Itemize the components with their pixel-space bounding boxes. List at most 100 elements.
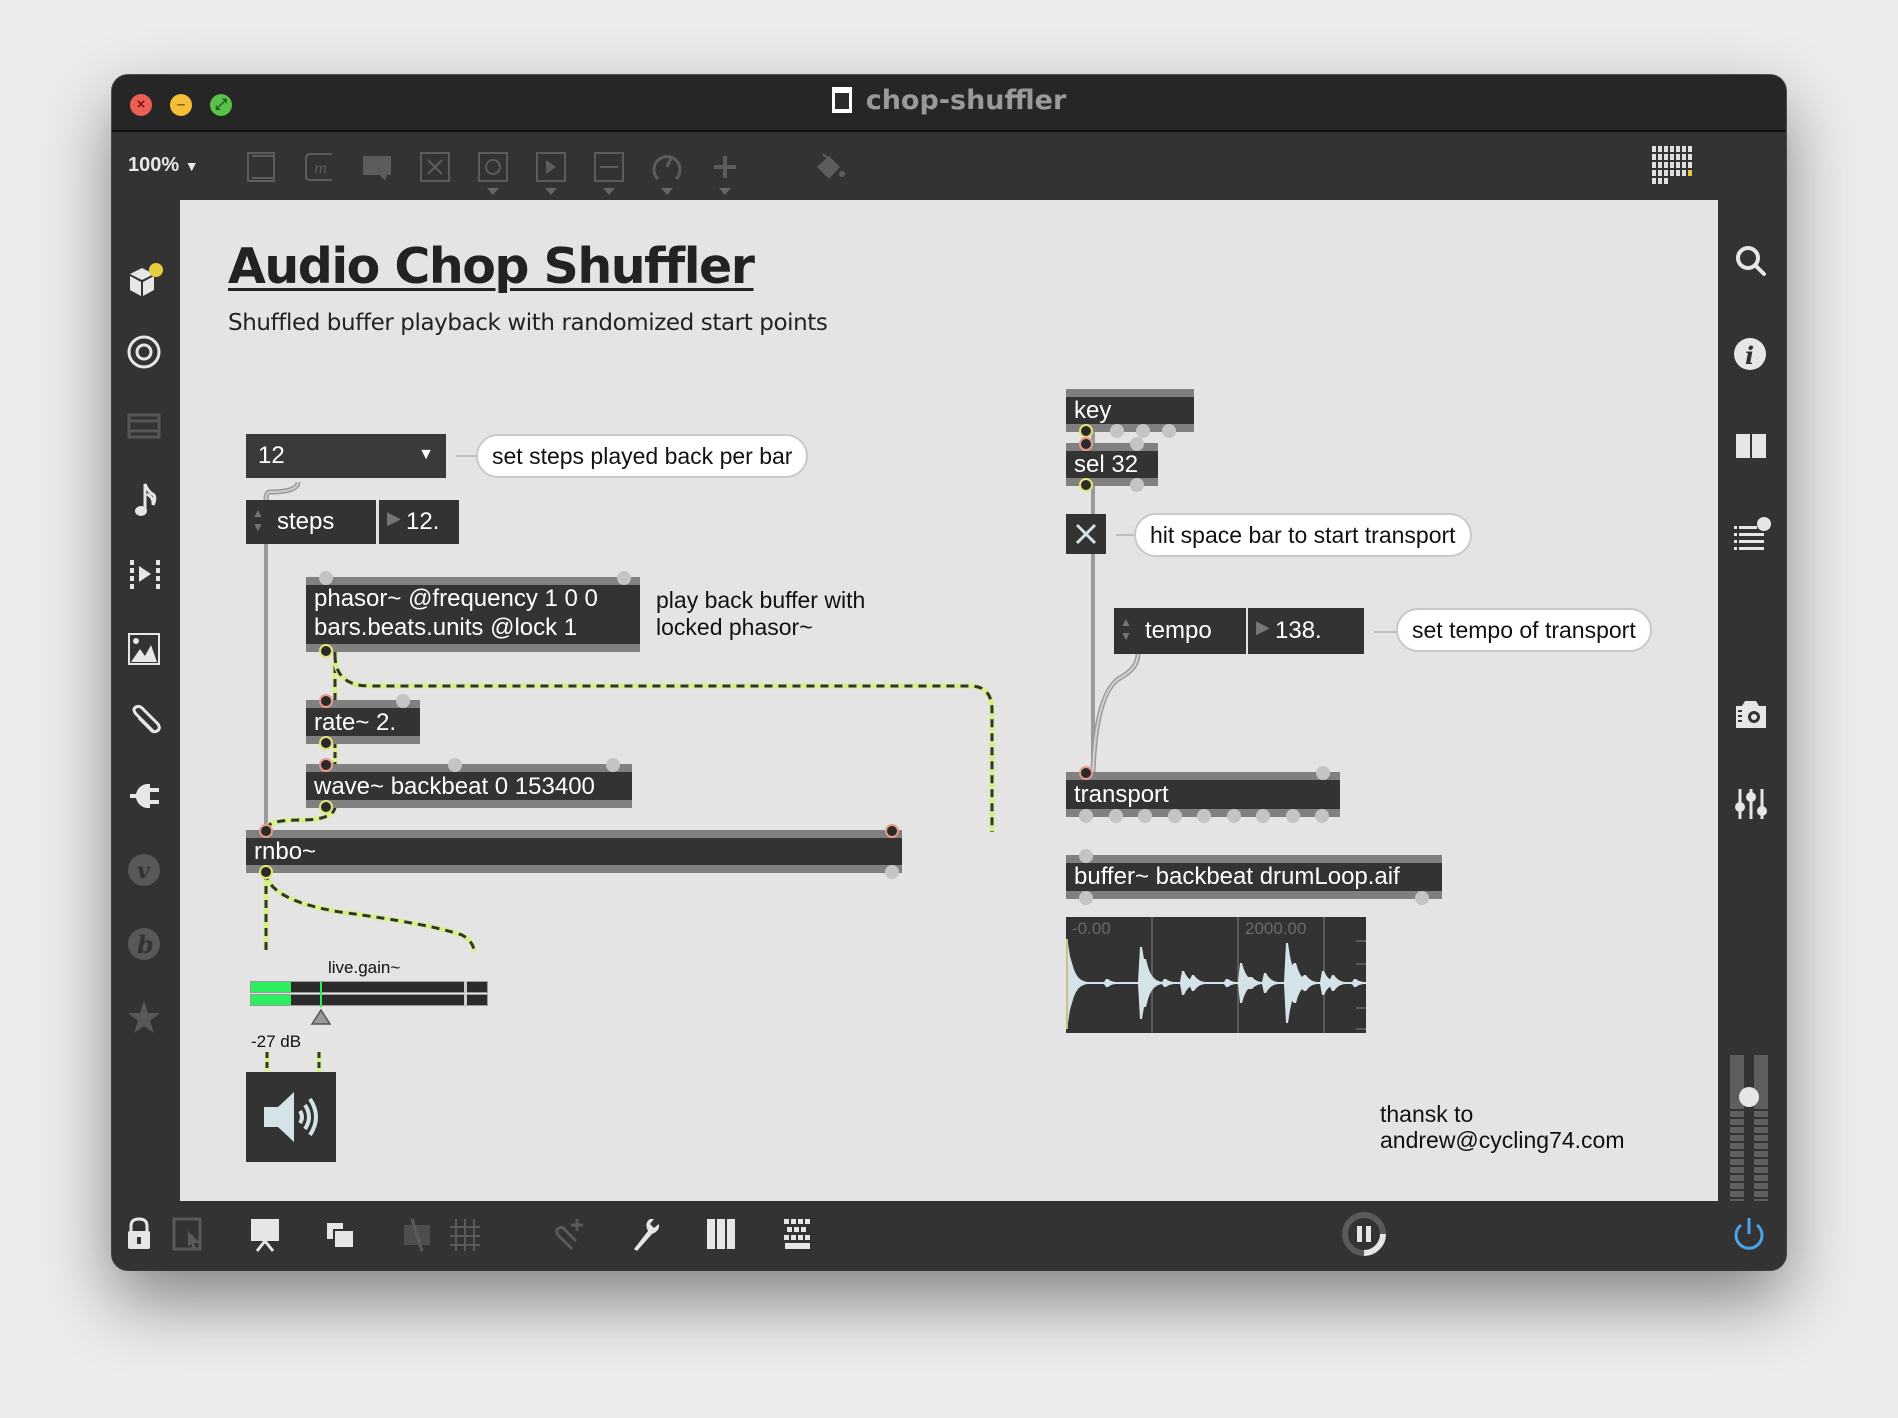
steps-number-box[interactable]: ▶ 12. (379, 500, 459, 544)
credit-line2[interactable]: andrew@cycling74.com (1380, 1126, 1625, 1154)
inlet[interactable] (1079, 766, 1093, 780)
outlet[interactable] (1162, 424, 1176, 438)
phasor-object[interactable]: phasor~ @frequency 1 0 0 bars.beats.unit… (306, 571, 640, 658)
presentation-icon[interactable] (246, 1215, 284, 1253)
grid-icon[interactable] (1652, 146, 1694, 188)
list-icon[interactable] (1732, 516, 1772, 556)
inlet[interactable] (319, 694, 333, 708)
keyboard-icon[interactable] (778, 1215, 816, 1253)
layers-icon[interactable] (322, 1215, 360, 1253)
outlet[interactable] (1138, 809, 1152, 823)
number-icon[interactable] (534, 150, 568, 184)
snapshot-icon[interactable] (1732, 694, 1772, 734)
rnbo-object[interactable]: rnbo~ (246, 824, 902, 879)
outlet[interactable] (1256, 809, 1270, 823)
inlet[interactable] (448, 758, 462, 772)
inlet[interactable] (396, 694, 410, 708)
outlet[interactable] (1415, 891, 1429, 905)
dsp-power-icon[interactable] (1730, 1215, 1768, 1253)
mixer-icon[interactable] (1732, 785, 1772, 825)
inlet[interactable] (1316, 766, 1330, 780)
plug-icon[interactable] (126, 776, 166, 816)
outlet[interactable] (319, 736, 333, 750)
outlet[interactable] (1130, 478, 1144, 492)
new-object-icon[interactable] (244, 150, 278, 184)
outlet[interactable] (1079, 424, 1093, 438)
gain-slider-thumb[interactable] (310, 1008, 332, 1026)
star-icon[interactable] (126, 998, 166, 1038)
paint-bucket-icon[interactable] (812, 150, 846, 184)
master-fader-knob[interactable] (1739, 1087, 1759, 1107)
add-icon[interactable] (708, 150, 742, 184)
lock-icon[interactable] (120, 1215, 158, 1253)
toggle-icon[interactable] (418, 150, 452, 184)
outlet[interactable] (1079, 809, 1093, 823)
vst-icon[interactable]: v (126, 850, 166, 890)
button-caret-icon[interactable] (487, 188, 499, 195)
presentation-select-icon[interactable] (170, 1215, 208, 1253)
comment-icon[interactable] (360, 150, 394, 184)
transport-toggle[interactable] (1066, 514, 1106, 554)
sel-object[interactable]: sel 32 (1066, 437, 1158, 492)
search-icon[interactable] (1732, 242, 1772, 282)
paperclip-icon[interactable] (126, 702, 166, 742)
waveform-display[interactable]: -0.00 2000.00 (1066, 917, 1366, 1033)
piano-icon[interactable] (702, 1215, 740, 1253)
outlet[interactable] (319, 800, 333, 814)
steps-umenu[interactable]: 12 ▼ (246, 434, 446, 478)
dial-icon[interactable] (650, 150, 684, 184)
outlet[interactable] (259, 865, 273, 879)
slider-caret-icon[interactable] (603, 188, 615, 195)
hide-icon[interactable] (398, 1215, 436, 1253)
outlet[interactable] (1079, 478, 1093, 492)
inlet[interactable] (885, 824, 899, 838)
outlet[interactable] (1167, 809, 1182, 823)
dial-caret-icon[interactable] (661, 188, 673, 195)
zoom-dropdown[interactable]: 100% ▼ (128, 154, 199, 177)
add-caret-icon[interactable] (719, 188, 731, 195)
inlet[interactable] (1130, 437, 1144, 451)
outlet[interactable] (1079, 891, 1093, 905)
attach-icon[interactable] (550, 1215, 588, 1253)
slider-icon[interactable] (592, 150, 626, 184)
image-icon[interactable] (126, 628, 166, 668)
outlet[interactable] (885, 865, 899, 879)
outlet[interactable] (1136, 424, 1150, 438)
key-object[interactable]: key (1066, 389, 1194, 438)
inlet[interactable] (617, 571, 631, 585)
patcher-canvas[interactable]: Audio Chop Shuffler Shuffled buffer play… (180, 200, 1718, 1201)
info-icon[interactable]: i (1732, 334, 1772, 374)
wave-object[interactable]: wave~ backbeat 0 153400 (306, 758, 632, 814)
live-gain-slider[interactable] (250, 981, 488, 1007)
outlet[interactable] (1197, 809, 1211, 823)
outlet[interactable] (1315, 809, 1329, 823)
grid-toggle-icon[interactable] (446, 1215, 484, 1253)
tempo-number-box[interactable]: ▶ 138. (1248, 608, 1364, 654)
outlet[interactable] (1110, 424, 1124, 438)
bpatcher-icon[interactable]: b (126, 924, 166, 964)
ezdac-button[interactable] (246, 1072, 336, 1162)
outlet[interactable] (319, 644, 333, 658)
rate-object[interactable]: rate~ 2. (306, 694, 420, 750)
outlet[interactable] (1226, 809, 1241, 823)
media-icon[interactable] (126, 554, 166, 594)
pause-icon[interactable] (1340, 1210, 1388, 1258)
number-caret-icon[interactable] (545, 188, 557, 195)
inlet[interactable] (319, 571, 333, 585)
wrench-icon[interactable] (626, 1215, 664, 1253)
inlet[interactable] (1079, 437, 1093, 451)
inlet[interactable] (259, 824, 273, 838)
packages-icon[interactable] (126, 260, 166, 300)
music-note-icon[interactable] (126, 480, 166, 520)
outlet[interactable] (1285, 809, 1300, 823)
target-icon[interactable] (126, 332, 166, 372)
message-icon[interactable]: m (302, 150, 336, 184)
tv-icon[interactable] (126, 406, 166, 446)
transport-object[interactable]: transport (1066, 766, 1340, 823)
button-icon[interactable] (476, 150, 510, 184)
inlet[interactable] (606, 758, 620, 772)
inlet[interactable] (319, 758, 333, 772)
buffer-object[interactable]: buffer~ backbeat drumLoop.aif (1066, 849, 1442, 905)
columns-icon[interactable] (1732, 426, 1772, 466)
tempo-number-label[interactable]: ▲ ▼ tempo (1114, 608, 1246, 654)
